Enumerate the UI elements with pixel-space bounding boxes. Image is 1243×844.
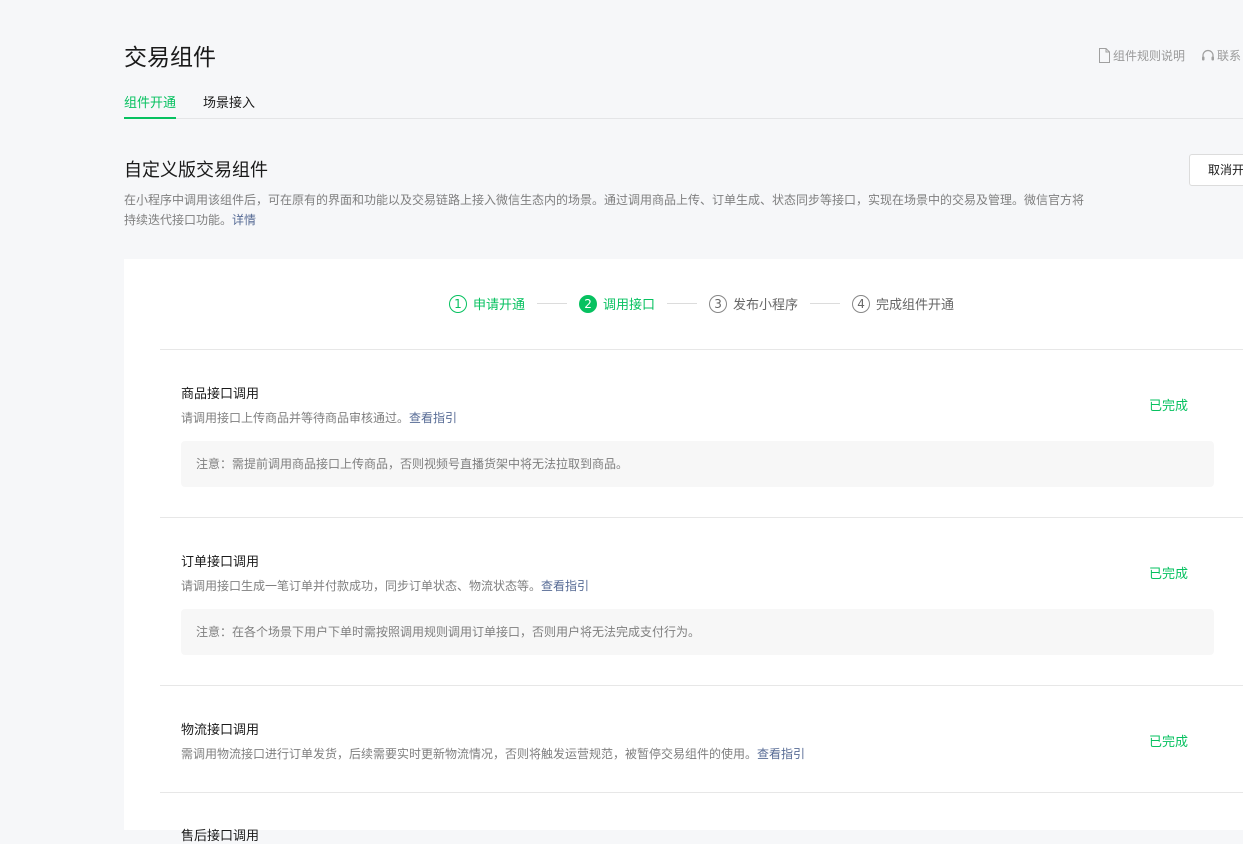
step-number: 4 <box>852 294 871 313</box>
item-title: 商品接口调用 <box>181 387 260 402</box>
item-description-text: 需调用物流接口进行订单发货，后续需要实时更新物流情况，否则将触发运营规范，被暂停… <box>181 747 758 761</box>
status-badge: 已完成 <box>1149 735 1189 750</box>
status-badge: 已完成 <box>1149 399 1189 414</box>
tab-component-activation[interactable]: 组件开通 <box>124 92 177 119</box>
rules-link-label: 组件规则说明 <box>1113 49 1186 63</box>
item-title: 物流接口调用 <box>181 723 260 738</box>
item-note: 注意：需提前调用商品接口上传商品，否则视频号直播货架中将无法拉取到商品。 <box>181 441 1214 487</box>
details-link[interactable]: 详情 <box>232 213 256 227</box>
step-label: 调用接口 <box>603 298 656 313</box>
step-complete: 4 完成组件开通 <box>852 294 954 313</box>
step-call-api: 2 调用接口 <box>579 294 655 313</box>
cancel-activation-button[interactable]: 取消开 <box>1189 154 1243 186</box>
contact-link[interactable]: 联系 <box>1201 47 1241 64</box>
item-description: 需调用物流接口进行订单发货，后续需要实时更新物流情况，否则将触发运营规范，被暂停… <box>181 745 805 762</box>
divider <box>160 517 1243 518</box>
step-number: 2 <box>579 294 598 313</box>
tab-scene-access[interactable]: 场景接入 <box>203 92 255 117</box>
step-publish: 3 发布小程序 <box>709 294 798 313</box>
section-description-text: 在小程序中调用该组件后，可在原有的界面和功能以及交易链路上接入微信生态内的场景。… <box>124 193 1085 227</box>
divider <box>160 349 1243 350</box>
item-description-text: 请调用接口上传商品并等待商品审核通过。 <box>181 411 410 425</box>
tab-bar: 组件开通 场景接入 <box>124 92 1243 119</box>
item-note: 注意：在各个场景下用户下单时需按照调用规则调用订单接口，否则用户将无法完成支付行… <box>181 609 1214 655</box>
steps-panel: 1 申请开通 2 调用接口 3 发布小程序 4 完成组件开通 商品接口调用 请调… <box>124 259 1243 844</box>
headset-icon <box>1202 49 1215 60</box>
divider <box>160 792 1243 793</box>
guide-link[interactable]: 查看指引 <box>541 579 589 593</box>
step-connector <box>667 303 698 304</box>
step-connector <box>810 303 841 304</box>
step-number: 3 <box>709 294 728 313</box>
status-badge: 已完成 <box>1149 567 1189 582</box>
item-title: 订单接口调用 <box>181 555 260 570</box>
section-description: 在小程序中调用该组件后，可在原有的界面和功能以及交易链路上接入微信生态内的场景。… <box>124 190 1089 230</box>
step-apply: 1 申请开通 <box>449 294 525 313</box>
progress-steps: 1 申请开通 2 调用接口 3 发布小程序 4 完成组件开通 <box>449 294 954 313</box>
step-label: 申请开通 <box>473 298 526 313</box>
item-description-text: 请调用接口生成一笔订单并付款成功，同步订单状态、物流状态等。 <box>181 579 542 593</box>
document-icon <box>1099 48 1110 63</box>
step-number: 1 <box>449 294 467 313</box>
step-label: 完成组件开通 <box>876 298 955 313</box>
guide-link[interactable]: 查看指引 <box>409 411 457 425</box>
item-title: 售后接口调用 <box>181 829 260 844</box>
divider <box>160 685 1243 686</box>
guide-link[interactable]: 查看指引 <box>757 747 805 761</box>
step-connector <box>537 303 568 304</box>
item-description: 请调用接口生成一笔订单并付款成功，同步订单状态、物流状态等。查看指引 <box>181 577 589 594</box>
section-title: 自定义版交易组件 <box>124 160 268 181</box>
item-description: 请调用接口上传商品并等待商品审核通过。查看指引 <box>181 409 457 426</box>
step-label: 发布小程序 <box>733 298 799 313</box>
page-title: 交易组件 <box>124 45 216 71</box>
header-links: 组件规则说明 联系 <box>1098 47 1243 64</box>
contact-link-label: 联系 <box>1217 49 1242 63</box>
rules-link[interactable]: 组件规则说明 <box>1098 47 1185 64</box>
